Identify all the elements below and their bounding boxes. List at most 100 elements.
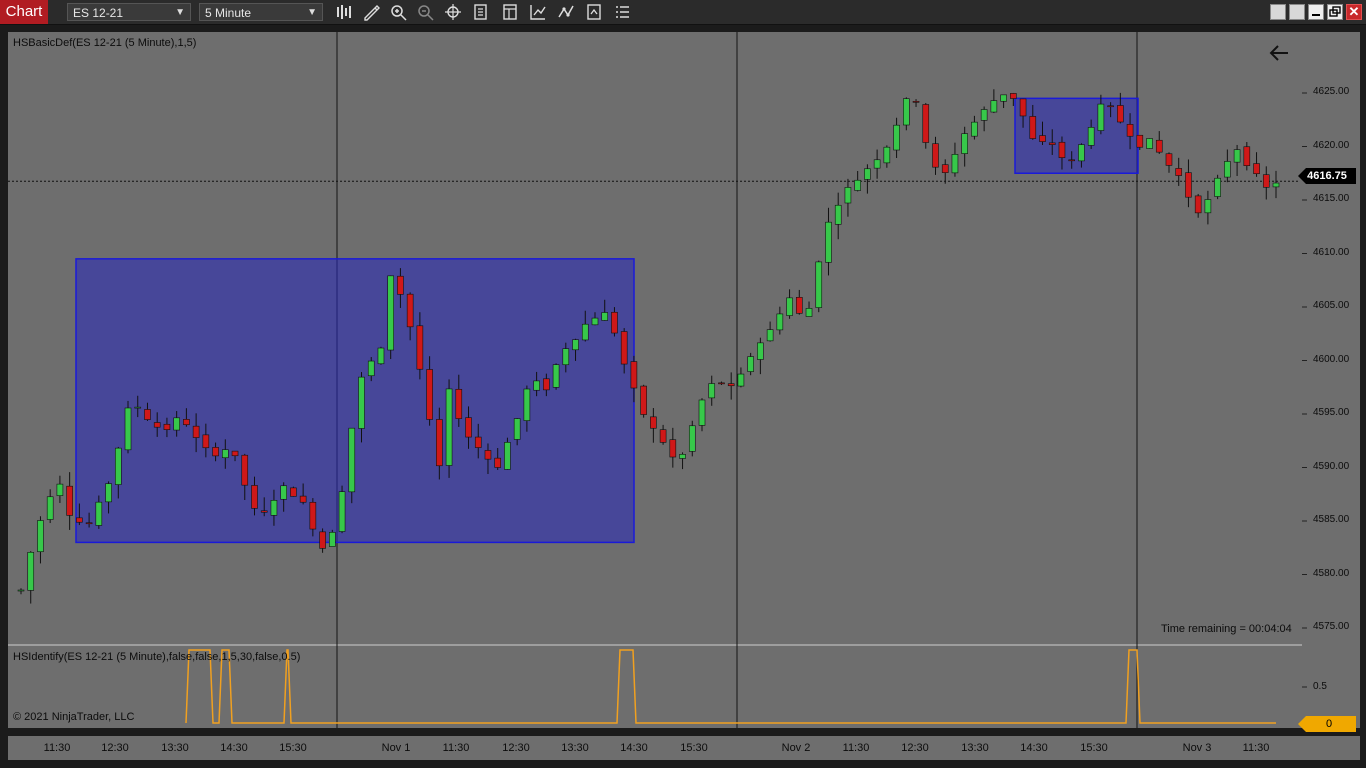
candle-down bbox=[494, 457, 502, 468]
candle-up bbox=[533, 380, 540, 391]
candle-down bbox=[319, 531, 326, 549]
candle-down bbox=[163, 423, 171, 430]
time-tick: 11:30 bbox=[442, 742, 470, 754]
candle-down bbox=[474, 436, 482, 448]
time-tick: 15:30 bbox=[1080, 742, 1108, 754]
candle-up bbox=[854, 179, 861, 191]
candle-up bbox=[980, 109, 988, 121]
time-tick: 13:30 bbox=[161, 742, 189, 754]
candle-down bbox=[251, 485, 258, 509]
candle-down bbox=[620, 331, 628, 365]
candle-down bbox=[202, 434, 210, 449]
candle-down bbox=[1136, 134, 1144, 148]
candle-up bbox=[523, 388, 531, 421]
candle-down bbox=[1243, 146, 1251, 166]
candle-down bbox=[1107, 105, 1114, 108]
candle-down bbox=[795, 296, 803, 314]
candle-down bbox=[941, 164, 949, 173]
candle-up bbox=[873, 159, 881, 169]
price-tick: 4610.00 bbox=[1313, 246, 1350, 258]
candle-up bbox=[737, 373, 745, 387]
candle-down bbox=[650, 416, 657, 429]
candle-down bbox=[1262, 174, 1270, 188]
candle-down bbox=[406, 293, 414, 328]
time-tick: 14:30 bbox=[220, 742, 248, 754]
candle-up bbox=[961, 133, 968, 154]
candle-up bbox=[1214, 177, 1221, 197]
candle-up bbox=[815, 261, 823, 308]
back-arrow-icon[interactable] bbox=[1268, 42, 1292, 64]
candle-up bbox=[348, 427, 356, 493]
candle-down bbox=[144, 409, 151, 420]
candle-down bbox=[1019, 98, 1027, 117]
candle-down bbox=[85, 522, 93, 525]
time-remaining: Time remaining = 00:04:04 bbox=[1161, 623, 1292, 635]
candle-up bbox=[387, 275, 394, 351]
candle-down bbox=[669, 439, 677, 458]
time-tick: 12:30 bbox=[101, 742, 129, 754]
copyright: © 2021 NinjaTrader, LLC bbox=[13, 711, 135, 723]
candle-up bbox=[270, 500, 278, 516]
candle-up bbox=[377, 347, 385, 365]
candle-up bbox=[17, 589, 25, 592]
last-price-badge: 4616.75 bbox=[1298, 168, 1356, 184]
candle-down bbox=[290, 487, 297, 497]
candle-down bbox=[1117, 105, 1124, 123]
candle-up bbox=[329, 532, 336, 547]
candle-down bbox=[192, 425, 200, 438]
candle-down bbox=[1010, 93, 1017, 99]
time-tick: 14:30 bbox=[1020, 742, 1048, 754]
candle-down bbox=[1126, 124, 1134, 137]
candle-up bbox=[134, 406, 142, 409]
candle-up bbox=[893, 124, 900, 151]
candle-up bbox=[581, 323, 589, 341]
time-tick: 12:30 bbox=[901, 742, 929, 754]
signal-axis-tick: 0.5 bbox=[1313, 681, 1327, 692]
signal-line bbox=[185, 649, 1276, 724]
candle-down bbox=[630, 361, 638, 389]
candle-up bbox=[844, 187, 852, 204]
candle-down bbox=[260, 510, 268, 513]
candle-down bbox=[455, 388, 463, 419]
candle-up bbox=[445, 388, 453, 466]
candle-down bbox=[912, 101, 920, 103]
candle-up bbox=[708, 383, 716, 399]
candle-down bbox=[484, 450, 492, 460]
candle-down bbox=[1155, 139, 1163, 153]
candle-up bbox=[358, 376, 365, 429]
candle-up bbox=[504, 442, 511, 470]
candle-up bbox=[562, 348, 570, 366]
price-tick: 4600.00 bbox=[1313, 353, 1350, 365]
candle-up bbox=[951, 154, 959, 174]
candle-down bbox=[611, 311, 618, 334]
candle-up bbox=[1097, 103, 1105, 131]
candle-up bbox=[1146, 138, 1153, 149]
candle-down bbox=[397, 275, 404, 295]
candle-up bbox=[1233, 149, 1241, 163]
time-tick: 11:30 bbox=[43, 742, 71, 754]
time-tick: 15:30 bbox=[279, 742, 307, 754]
candle-up bbox=[37, 520, 44, 553]
candle-up bbox=[280, 485, 287, 500]
time-tick: Nov 2 bbox=[781, 742, 811, 754]
main-indicator-label: HSBasicDef(ES 12-21 (5 Minute),1,5) bbox=[13, 37, 197, 49]
candle-down bbox=[718, 382, 725, 385]
candle-up bbox=[903, 98, 910, 126]
candle-down bbox=[1165, 153, 1173, 166]
candle-up bbox=[747, 356, 754, 372]
candle-up bbox=[864, 168, 871, 180]
candle-down bbox=[1175, 168, 1183, 176]
lower-indicator-label: HSIdentify(ES 12-21 (5 Minute),false,fal… bbox=[13, 651, 301, 663]
candle-up bbox=[834, 204, 842, 225]
candle-up bbox=[114, 447, 122, 485]
candle-down bbox=[1185, 172, 1192, 198]
candle-up bbox=[173, 417, 180, 431]
time-tick: Nov 3 bbox=[1182, 742, 1212, 754]
candle-down bbox=[465, 417, 472, 438]
candle-up bbox=[1204, 199, 1212, 214]
candle-down bbox=[727, 383, 735, 387]
signal-value-badge: 0 bbox=[1298, 716, 1356, 732]
candle-down bbox=[231, 450, 239, 457]
candle-down bbox=[922, 104, 930, 143]
candle-down bbox=[436, 419, 443, 467]
